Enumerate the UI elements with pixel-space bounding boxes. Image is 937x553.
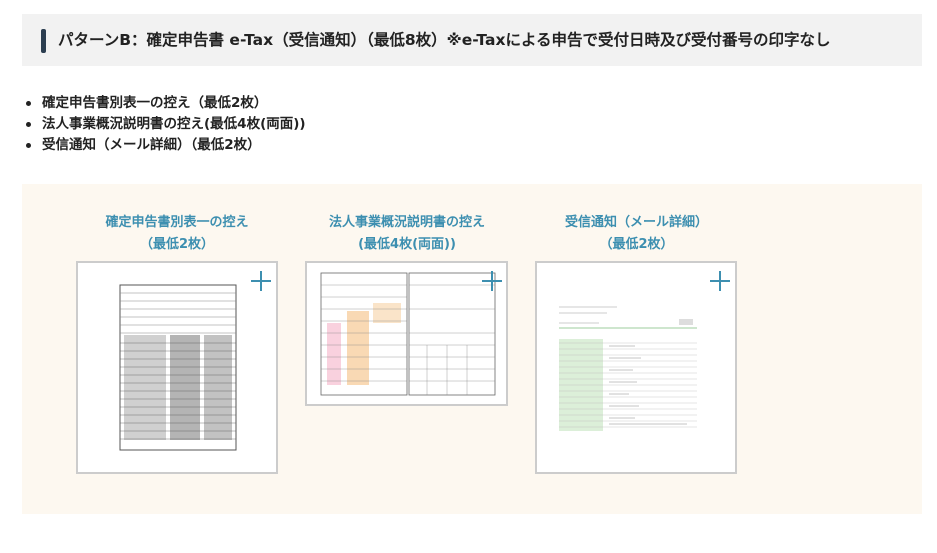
plus-icon[interactable] <box>482 271 502 291</box>
business-overview-thumbnail[interactable] <box>305 261 508 406</box>
list-item: 確定申告書別表一の控え（最低2枚） <box>22 93 306 114</box>
plus-icon[interactable] <box>710 271 730 291</box>
tax-return-thumbnail[interactable] <box>76 261 278 474</box>
section-title: パターンB：確定申告書 e-Tax（受信通知）（最低8枚）※e-Taxによる申告… <box>58 31 831 49</box>
card-caption-1: 確定申告書別表一の控え （最低2枚） <box>77 212 277 256</box>
receipt-notice-document-image <box>559 306 697 431</box>
header-accent-bar <box>41 29 46 53</box>
card-caption-3: 受信通知（メール詳細） （最低2枚） <box>536 212 737 256</box>
card-title: 確定申告書別表一の控え <box>105 215 249 230</box>
receipt-notice-thumbnail[interactable] <box>535 261 737 474</box>
card-title: 受信通知（メール詳細） <box>564 215 708 230</box>
card-title: 法人事業概況説明書の控え <box>328 215 485 230</box>
card-subtitle: (最低4枚(両面)) <box>358 237 456 252</box>
tax-return-document-image <box>119 284 237 451</box>
card-subtitle: （最低2枚） <box>599 237 674 252</box>
card-subtitle: （最低2枚） <box>139 237 215 252</box>
card-caption-2: 法人事業概況説明書の控え (最低4枚(両面)) <box>306 212 508 256</box>
section-header: パターンB：確定申告書 e-Tax（受信通知）（最低8枚）※e-Taxによる申告… <box>22 14 922 66</box>
list-item: 受信通知（メール詳細）（最低2枚） <box>22 135 306 156</box>
document-list: 確定申告書別表一の控え（最低2枚） 法人事業概況説明書の控え(最低4枚(両面))… <box>22 93 306 156</box>
plus-icon[interactable] <box>251 271 271 291</box>
list-item: 法人事業概況説明書の控え(最低4枚(両面)) <box>22 114 306 135</box>
business-overview-document-image <box>320 272 496 396</box>
